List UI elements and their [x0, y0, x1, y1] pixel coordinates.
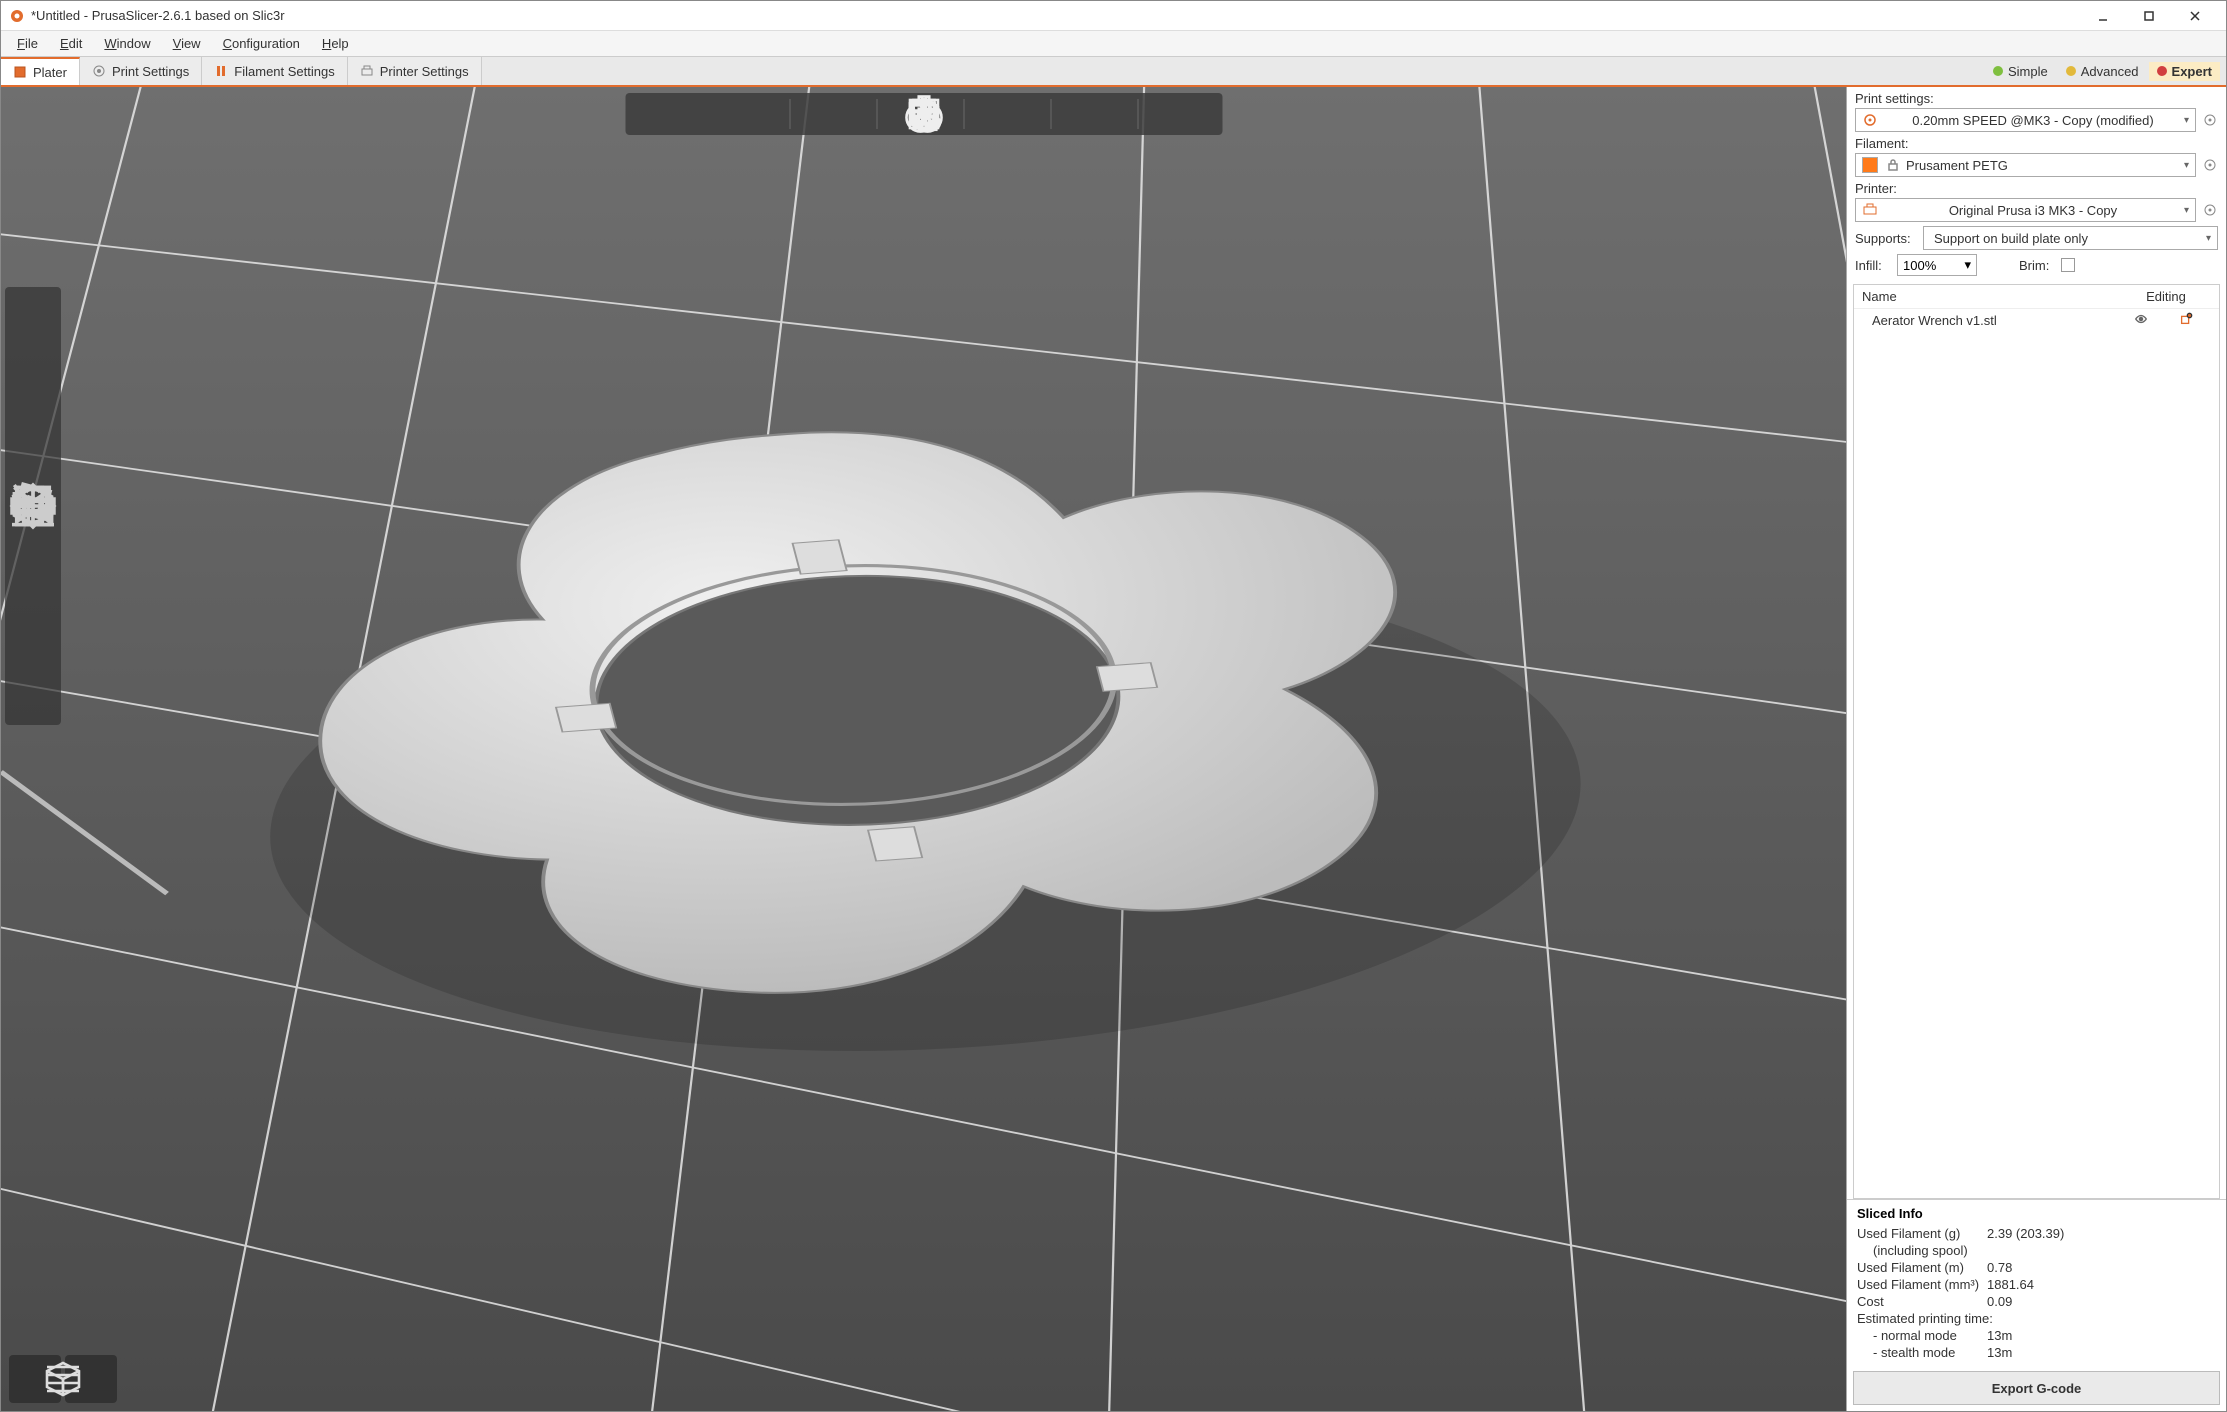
gear-icon [92, 64, 106, 78]
menu-help[interactable]: Help [312, 33, 359, 54]
window-title: *Untitled - PrusaSlicer-2.6.1 based on S… [31, 8, 285, 23]
build-plate [1, 87, 1846, 1411]
object-list: Name Editing Aerator Wrench v1.stl [1853, 284, 2220, 1199]
object-list-row[interactable]: Aerator Wrench v1.stl [1854, 309, 2219, 332]
measure-tool[interactable] [9, 675, 57, 721]
filament-icon [214, 64, 228, 78]
printer-icon [360, 64, 374, 78]
printer-label: Printer: [1855, 181, 2218, 196]
menu-edit[interactable]: Edit [50, 33, 92, 54]
gear-icon [1862, 112, 1878, 128]
menu-configuration[interactable]: Configuration [213, 33, 310, 54]
tab-plater[interactable]: Plater [1, 57, 80, 85]
infill-select[interactable]: 100% ▾ [1897, 254, 1977, 276]
printer-icon [1862, 202, 1878, 218]
supports-select[interactable]: Support on build plate only ▾ [1923, 226, 2218, 250]
tabbar: Plater Print Settings Filament Settings … [1, 57, 2226, 87]
chevron-down-icon: ▾ [2184, 115, 2189, 126]
tab-label: Plater [33, 65, 67, 80]
tab-label: Print Settings [112, 64, 189, 79]
tab-label: Filament Settings [234, 64, 334, 79]
app-icon [9, 8, 25, 24]
viewport-3d[interactable]: O P [1, 87, 1846, 1411]
supports-label: Supports: [1855, 231, 1917, 246]
edit-icon [2179, 312, 2193, 326]
edit-object-button[interactable] [2161, 312, 2211, 329]
eye-icon [2134, 312, 2148, 326]
settings-gear-icon[interactable] [2202, 112, 2218, 128]
printer-select[interactable]: Original Prusa i3 MK3 - Copy ▾ [1855, 198, 2196, 222]
object-list-header: Name Editing [1854, 285, 2219, 309]
chevron-down-icon: ▾ [1964, 257, 1971, 273]
print-settings-label: Print settings: [1855, 91, 2218, 106]
settings-gear-icon[interactable] [2202, 157, 2218, 173]
plater-icon [13, 65, 27, 79]
tab-filament-settings[interactable]: Filament Settings [202, 57, 347, 85]
minimize-button[interactable] [2080, 1, 2126, 31]
viewport-toolbar: O P [625, 93, 1222, 135]
left-toolbar [5, 287, 61, 725]
chevron-down-icon: ▾ [2184, 205, 2189, 216]
mode-expert[interactable]: Expert [2149, 62, 2220, 81]
mode-advanced[interactable]: Advanced [2058, 62, 2147, 81]
visibility-toggle[interactable] [2121, 312, 2161, 329]
chevron-down-icon: ▾ [2184, 160, 2189, 171]
filament-color-swatch [1862, 157, 1878, 173]
print-settings-select[interactable]: 0.20mm SPEED @MK3 - Copy (modified) ▾ [1855, 108, 2196, 132]
right-panel: Print settings: 0.20mm SPEED @MK3 - Copy… [1846, 87, 2226, 1411]
infill-label: Infill: [1855, 258, 1891, 273]
sliced-info: Sliced Info Used Filament (g)2.39 (203.3… [1847, 1199, 2226, 1365]
filament-select[interactable]: Prusament PETG ▾ [1855, 153, 2196, 177]
titlebar: *Untitled - PrusaSlicer-2.6.1 based on S… [1, 1, 2226, 31]
filament-label: Filament: [1855, 136, 2218, 151]
redo-button[interactable] [1182, 95, 1220, 133]
maximize-button[interactable] [2126, 1, 2172, 31]
menubar: File Edit Window View Configuration Help [1, 31, 2226, 57]
brim-checkbox[interactable] [2061, 258, 2075, 272]
mode-simple[interactable]: Simple [1985, 62, 2056, 81]
tab-print-settings[interactable]: Print Settings [80, 57, 202, 85]
menu-window[interactable]: Window [94, 33, 160, 54]
close-button[interactable] [2172, 1, 2218, 31]
brim-label: Brim: [2019, 258, 2055, 273]
sliced-info-title: Sliced Info [1857, 1206, 2216, 1221]
lock-icon [1886, 158, 1900, 172]
tab-label: Printer Settings [380, 64, 469, 79]
viewmode-preview[interactable] [65, 1355, 117, 1403]
menu-view[interactable]: View [163, 33, 211, 54]
menu-file[interactable]: File [7, 33, 48, 54]
settings-gear-icon[interactable] [2202, 202, 2218, 218]
chevron-down-icon: ▾ [2206, 233, 2211, 244]
tab-printer-settings[interactable]: Printer Settings [348, 57, 482, 85]
mode-group: Simple Advanced Expert [1985, 57, 2226, 85]
export-gcode-button[interactable]: Export G-code [1853, 1371, 2220, 1405]
viewmode-group [9, 1355, 117, 1403]
